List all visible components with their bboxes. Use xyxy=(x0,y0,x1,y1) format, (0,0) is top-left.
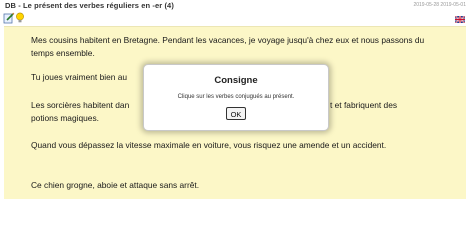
sentence-5[interactable]: Ce chien grogne, aboie et attaque sans a… xyxy=(31,179,441,192)
sentence-4[interactable]: Quand vous dépassez la vitesse maximale … xyxy=(31,139,441,152)
toolbar xyxy=(3,12,470,24)
sentence-3-end-line1[interactable]: t et fabriquent des xyxy=(330,99,440,112)
hint-bulb-icon[interactable] xyxy=(14,12,26,24)
date-stamp: 2019-05-28 2019-05-01 xyxy=(413,2,466,8)
uk-flag-icon[interactable] xyxy=(455,16,465,23)
sentence-1[interactable]: Mes cousins habitent en Bretagne. Pendan… xyxy=(31,34,441,59)
instruction-dialog: Consigne Clique sur les verbes conjugués… xyxy=(143,64,329,131)
dialog-title: Consigne xyxy=(214,75,258,86)
dialog-message: Clique sur les verbes conjugués au prése… xyxy=(177,94,295,100)
page-title: DB - Le présent des verbes réguliers en … xyxy=(5,1,174,10)
title-bar: DB - Le présent des verbes réguliers en … xyxy=(0,0,470,11)
ok-button[interactable]: OK xyxy=(226,107,246,120)
